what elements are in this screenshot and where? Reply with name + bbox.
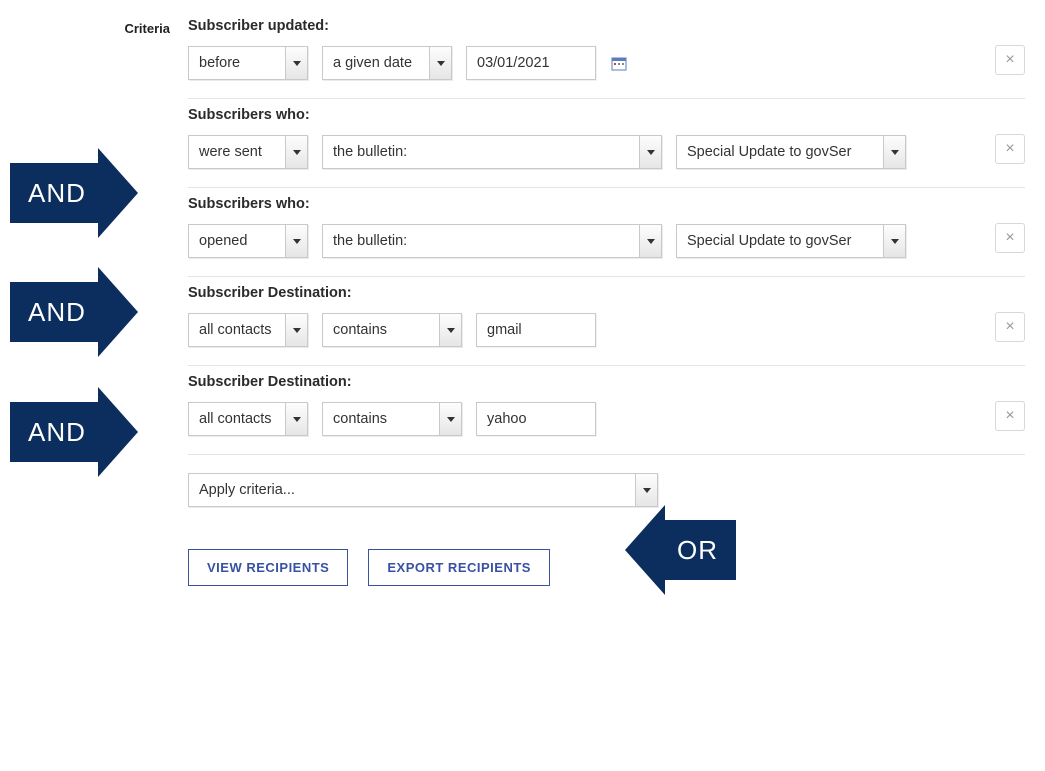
- chevron-down-icon: [285, 403, 307, 435]
- date-input[interactable]: [466, 46, 596, 80]
- destination-input[interactable]: [476, 313, 596, 347]
- remove-criteria-button[interactable]: ×: [995, 312, 1025, 342]
- criteria-row-sent: Subscribers who: were sent the bulletin:…: [188, 99, 1025, 188]
- apply-criteria-select[interactable]: Apply criteria...: [188, 473, 658, 507]
- criteria-label: Subscriber Destination:: [188, 285, 1025, 301]
- select-match[interactable]: contains: [322, 313, 462, 347]
- remove-criteria-button[interactable]: ×: [995, 134, 1025, 164]
- chevron-down-icon: [285, 136, 307, 168]
- select-object-type[interactable]: the bulletin:: [322, 135, 662, 169]
- export-recipients-button[interactable]: EXPORT RECIPIENTS: [368, 549, 550, 586]
- select-date-type[interactable]: a given date: [322, 46, 452, 80]
- remove-criteria-button[interactable]: ×: [995, 45, 1025, 75]
- close-icon: ×: [1005, 229, 1014, 247]
- close-icon: ×: [1005, 318, 1014, 336]
- select-operator[interactable]: before: [188, 46, 308, 80]
- chevron-down-icon: [635, 474, 657, 506]
- chevron-down-icon: [883, 136, 905, 168]
- chevron-down-icon: [883, 225, 905, 257]
- chevron-down-icon: [285, 47, 307, 79]
- select-match[interactable]: contains: [322, 402, 462, 436]
- chevron-down-icon: [639, 225, 661, 257]
- criteria-label: Subscribers who:: [188, 196, 1025, 212]
- select-contacts[interactable]: all contacts: [188, 313, 308, 347]
- remove-criteria-button[interactable]: ×: [995, 223, 1025, 253]
- destination-input[interactable]: [476, 402, 596, 436]
- chevron-down-icon: [639, 136, 661, 168]
- select-bulletin[interactable]: Special Update to govSer: [676, 135, 906, 169]
- criteria-row-opened: Subscribers who: opened the bulletin: Sp…: [188, 188, 1025, 277]
- criteria-row-destination-gmail: Subscriber Destination: all contacts con…: [188, 277, 1025, 366]
- select-bulletin[interactable]: Special Update to govSer: [676, 224, 906, 258]
- close-icon: ×: [1005, 51, 1014, 69]
- section-label: Criteria: [124, 21, 170, 36]
- criteria-label: Subscribers who:: [188, 107, 1025, 123]
- criteria-row-updated: Subscriber updated: before a given date …: [188, 10, 1025, 99]
- calendar-icon[interactable]: [610, 54, 628, 72]
- select-action[interactable]: opened: [188, 224, 308, 258]
- view-recipients-button[interactable]: VIEW RECIPIENTS: [188, 549, 348, 586]
- criteria-label: Subscriber updated:: [188, 18, 1025, 34]
- chevron-down-icon: [285, 225, 307, 257]
- close-icon: ×: [1005, 140, 1014, 158]
- chevron-down-icon: [285, 314, 307, 346]
- select-object-type[interactable]: the bulletin:: [322, 224, 662, 258]
- criteria-label: Subscriber Destination:: [188, 374, 1025, 390]
- remove-criteria-button[interactable]: ×: [995, 401, 1025, 431]
- chevron-down-icon: [439, 403, 461, 435]
- select-contacts[interactable]: all contacts: [188, 402, 308, 436]
- chevron-down-icon: [439, 314, 461, 346]
- select-action[interactable]: were sent: [188, 135, 308, 169]
- chevron-down-icon: [429, 47, 451, 79]
- close-icon: ×: [1005, 407, 1014, 425]
- criteria-row-destination-yahoo: Subscriber Destination: all contacts con…: [188, 366, 1025, 455]
